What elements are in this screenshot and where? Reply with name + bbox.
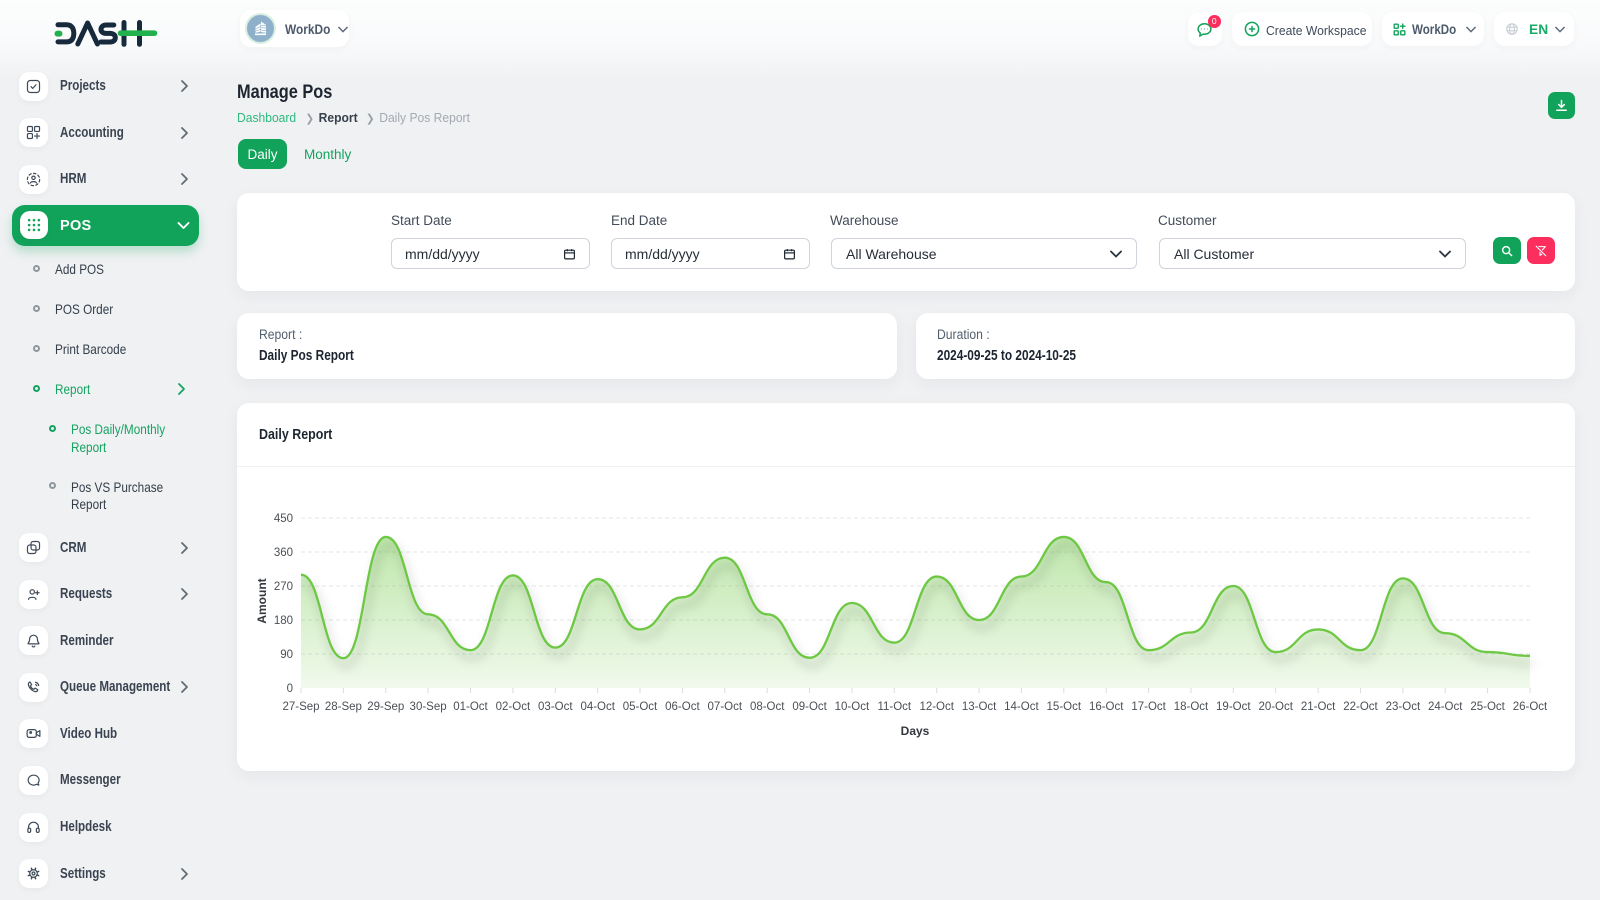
- svg-text:180: 180: [274, 615, 293, 627]
- svg-text:25-Oct: 25-Oct: [1470, 701, 1505, 713]
- svg-text:19-Oct: 19-Oct: [1216, 701, 1251, 713]
- svg-text:07-Oct: 07-Oct: [708, 701, 743, 713]
- svg-text:17-Oct: 17-Oct: [1131, 701, 1166, 713]
- svg-text:0: 0: [287, 683, 293, 695]
- svg-text:09-Oct: 09-Oct: [792, 701, 827, 713]
- svg-text:26-Oct: 26-Oct: [1513, 701, 1548, 713]
- svg-text:Days: Days: [901, 724, 930, 738]
- svg-text:90: 90: [280, 649, 293, 661]
- svg-text:22-Oct: 22-Oct: [1343, 701, 1378, 713]
- svg-text:06-Oct: 06-Oct: [665, 701, 700, 713]
- svg-text:11-Oct: 11-Oct: [877, 701, 911, 713]
- svg-text:10-Oct: 10-Oct: [835, 701, 870, 713]
- svg-text:05-Oct: 05-Oct: [623, 701, 658, 713]
- svg-text:01-Oct: 01-Oct: [453, 701, 488, 713]
- svg-text:12-Oct: 12-Oct: [919, 701, 954, 713]
- svg-text:15-Oct: 15-Oct: [1047, 701, 1082, 713]
- svg-text:04-Oct: 04-Oct: [580, 701, 615, 713]
- svg-text:23-Oct: 23-Oct: [1386, 701, 1421, 713]
- svg-text:18-Oct: 18-Oct: [1174, 701, 1209, 713]
- svg-text:21-Oct: 21-Oct: [1301, 701, 1336, 713]
- svg-text:08-Oct: 08-Oct: [750, 701, 785, 713]
- svg-text:28-Sep: 28-Sep: [325, 701, 362, 713]
- svg-text:13-Oct: 13-Oct: [962, 701, 997, 713]
- svg-text:02-Oct: 02-Oct: [496, 701, 531, 713]
- svg-text:30-Sep: 30-Sep: [410, 701, 447, 713]
- svg-text:270: 270: [274, 581, 293, 593]
- svg-text:450: 450: [274, 513, 293, 525]
- svg-text:24-Oct: 24-Oct: [1428, 701, 1463, 713]
- svg-text:27-Sep: 27-Sep: [282, 701, 319, 713]
- svg-text:03-Oct: 03-Oct: [538, 701, 573, 713]
- svg-text:20-Oct: 20-Oct: [1258, 701, 1293, 713]
- svg-text:360: 360: [274, 547, 293, 559]
- svg-text:29-Sep: 29-Sep: [367, 701, 404, 713]
- svg-text:16-Oct: 16-Oct: [1089, 701, 1124, 713]
- svg-text:Amount: Amount: [255, 578, 269, 623]
- svg-text:14-Oct: 14-Oct: [1004, 701, 1039, 713]
